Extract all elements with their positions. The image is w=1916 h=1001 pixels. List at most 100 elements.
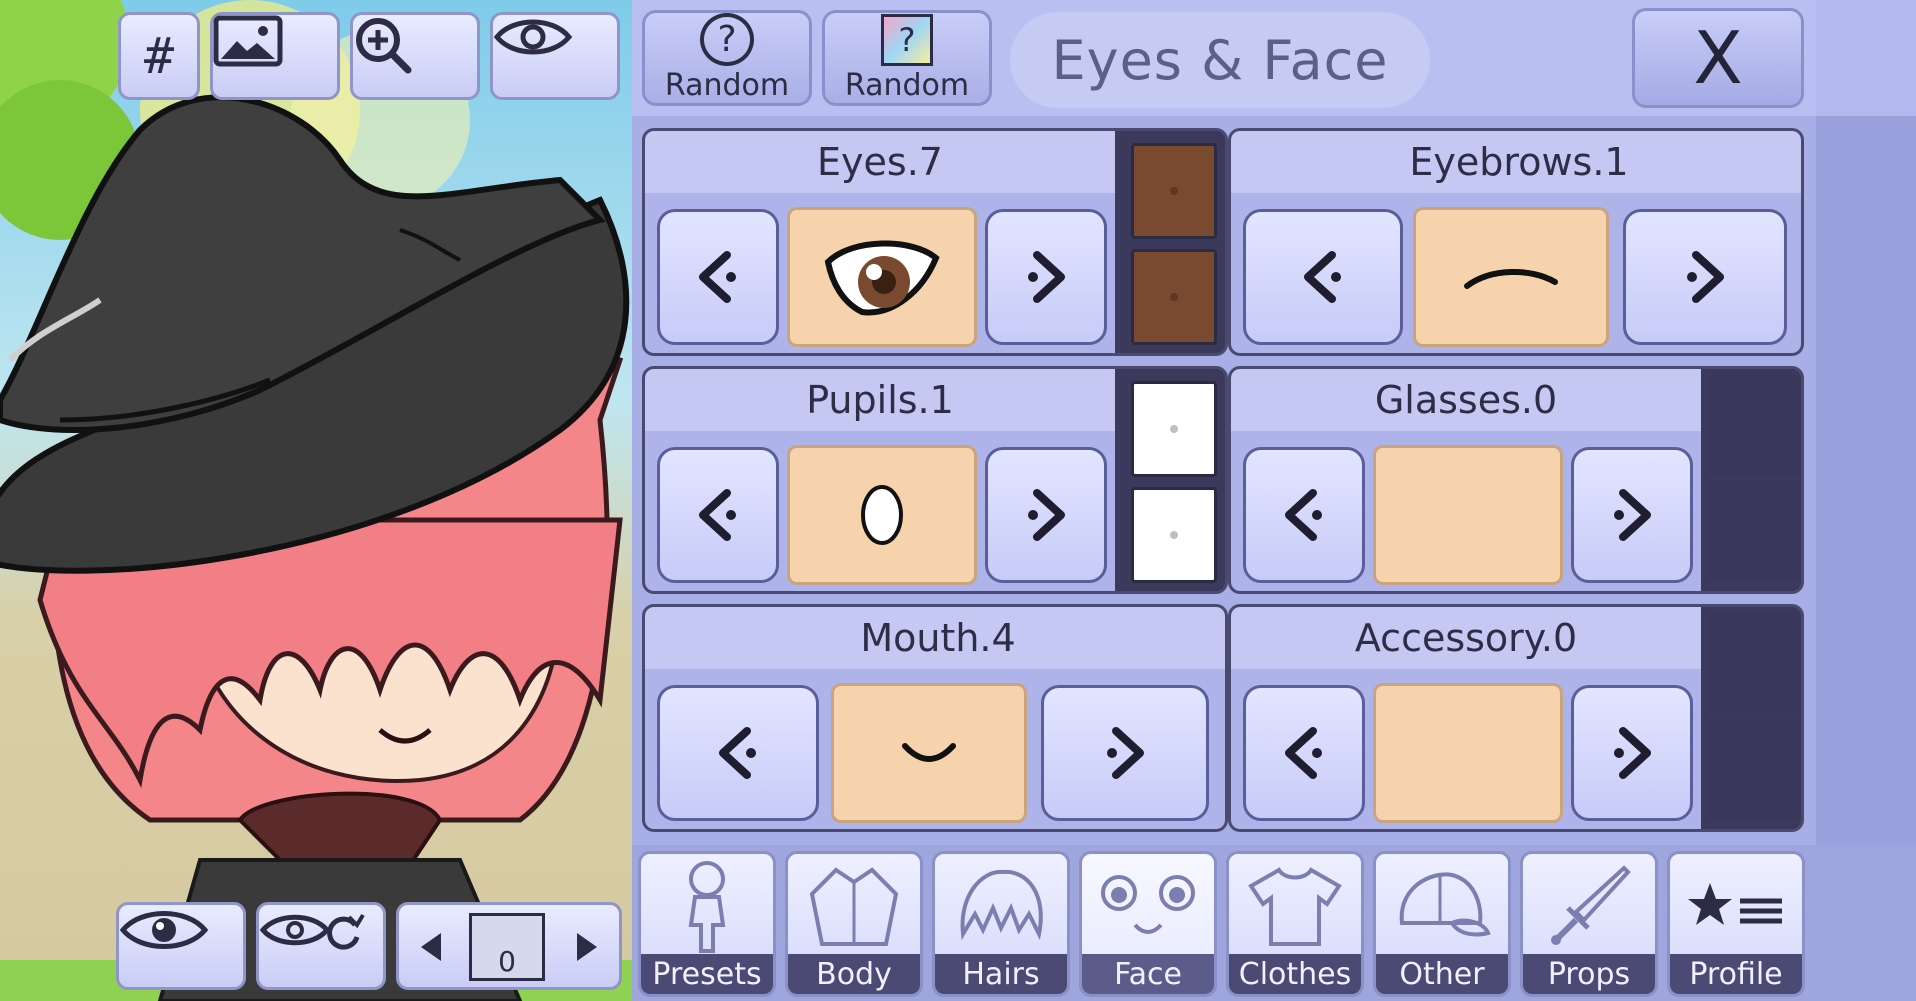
- grid-icon: #: [143, 27, 175, 85]
- cap-icon: [1399, 872, 1491, 937]
- customization-panel: ? Random ? Random Eyes & Face X Eyes.7 E…: [632, 0, 1816, 845]
- chevron-left-icon: [699, 489, 736, 541]
- layer-selector[interactable]: 0: [396, 902, 622, 990]
- pupils-next-button[interactable]: [985, 447, 1107, 583]
- eyes-preview: [787, 207, 977, 347]
- mouth-prev-button[interactable]: [657, 685, 819, 821]
- accessory-label: Accessory.0: [1231, 607, 1701, 669]
- tab-body-label: Body: [788, 954, 920, 994]
- mouth-label: Mouth.4: [645, 607, 1225, 669]
- pupils-card: Pupils.1: [642, 366, 1228, 594]
- tab-clothes-label: Clothes: [1229, 954, 1361, 994]
- tab-presets-label: Presets: [641, 954, 773, 994]
- glasses-prev-button[interactable]: [1243, 447, 1365, 583]
- hair-icon: [960, 869, 1043, 941]
- eyebrows-card: Eyebrows.1: [1228, 128, 1804, 356]
- accessory-preview: [1373, 683, 1563, 823]
- eyes-color-1[interactable]: [1131, 143, 1217, 239]
- doll-icon: [688, 861, 726, 953]
- face-icon: [1101, 875, 1195, 934]
- character-artwork: [0, 0, 632, 1001]
- eyes-card: Eyes.7: [642, 128, 1228, 356]
- eyes-next-button[interactable]: [985, 209, 1107, 345]
- image-icon: [213, 15, 283, 67]
- pupils-label: Pupils.1: [645, 369, 1115, 431]
- character-preview[interactable]: # 0: [0, 0, 632, 1001]
- visibility-button[interactable]: [490, 12, 620, 100]
- tab-profile[interactable]: Profile: [1667, 851, 1805, 997]
- chevron-left-icon: [1285, 727, 1322, 779]
- pupils-color-1[interactable]: [1131, 381, 1217, 477]
- pupils-color-2[interactable]: [1131, 487, 1217, 583]
- zoom-button[interactable]: [350, 12, 480, 100]
- eyebrow-shape-icon: [1464, 269, 1558, 289]
- accessory-next-button[interactable]: [1571, 685, 1693, 821]
- tab-props-label: Props: [1523, 954, 1655, 994]
- chevron-left-icon: [1304, 251, 1341, 303]
- tab-hairs[interactable]: Hairs: [932, 851, 1070, 997]
- tab-props[interactable]: Props: [1520, 851, 1658, 997]
- panel-header: ? Random ? Random Eyes & Face X: [632, 0, 1816, 116]
- random-color-label: Random: [844, 67, 970, 103]
- eyes-color-2[interactable]: [1131, 249, 1217, 345]
- eyebrows-preview: [1413, 207, 1609, 347]
- accessory-color-1[interactable]: [1709, 613, 1799, 713]
- tab-face-label: Face: [1082, 954, 1214, 994]
- layer-prev-icon[interactable]: [421, 933, 441, 961]
- mouth-next-button[interactable]: [1041, 685, 1209, 821]
- glasses-next-button[interactable]: [1571, 447, 1693, 583]
- tshirt-icon: [1248, 867, 1342, 946]
- tab-other-label: Other: [1376, 954, 1508, 994]
- pupils-preview: [787, 445, 977, 585]
- tab-presets[interactable]: Presets: [638, 851, 776, 997]
- accessory-prev-button[interactable]: [1243, 685, 1365, 821]
- chevron-right-icon: [1028, 489, 1065, 541]
- eye-reset-icon: [259, 913, 365, 950]
- jacket-icon: [809, 867, 899, 946]
- tab-profile-label: Profile: [1670, 954, 1802, 994]
- pupils-prev-button[interactable]: [657, 447, 779, 583]
- page-title: Eyes & Face: [1010, 12, 1430, 108]
- glasses-color-1[interactable]: [1709, 375, 1799, 475]
- toggle-eye-button[interactable]: [116, 902, 246, 990]
- glasses-preview: [1373, 445, 1563, 585]
- close-button[interactable]: X: [1632, 8, 1804, 108]
- chevron-right-icon: [1028, 251, 1065, 303]
- chevron-right-icon: [1687, 251, 1724, 303]
- tab-hairs-label: Hairs: [935, 954, 1067, 994]
- tab-face[interactable]: Face: [1079, 851, 1217, 997]
- tab-other[interactable]: Other: [1373, 851, 1511, 997]
- sword-icon: [1551, 865, 1631, 945]
- layer-value: 0: [498, 945, 516, 978]
- glasses-label: Glasses.0: [1231, 369, 1701, 431]
- reset-view-button[interactable]: [256, 902, 386, 990]
- pupil-shape-icon: [861, 485, 903, 545]
- category-tabs: Presets Body Hairs Face Clothes Other Pr…: [632, 845, 1916, 1001]
- random-color-button[interactable]: ? Random: [822, 10, 992, 106]
- chevron-left-icon: [1285, 489, 1322, 541]
- mouth-card: Mouth.4: [642, 604, 1228, 832]
- accessory-color-2[interactable]: [1709, 719, 1799, 819]
- grid-button[interactable]: #: [118, 12, 200, 100]
- eyes-label: Eyes.7: [645, 131, 1115, 193]
- eyebrows-label: Eyebrows.1: [1231, 131, 1801, 193]
- background-button[interactable]: [210, 12, 340, 100]
- zoom-in-icon: [356, 18, 412, 74]
- question-icon: ?: [700, 13, 754, 66]
- tab-clothes[interactable]: Clothes: [1226, 851, 1364, 997]
- layer-next-icon[interactable]: [577, 933, 597, 961]
- eyebrows-next-button[interactable]: [1623, 209, 1787, 345]
- mouth-preview: [831, 683, 1027, 823]
- tab-body[interactable]: Body: [785, 851, 923, 997]
- random-pose-button[interactable]: ? Random: [642, 10, 812, 106]
- eye-shape-icon: [824, 240, 940, 316]
- layer-thumbnail: 0: [469, 913, 545, 981]
- random-pose-label: Random: [664, 68, 790, 103]
- chevron-left-icon: [699, 251, 736, 303]
- color-random-icon: ?: [881, 13, 933, 66]
- glasses-color-2[interactable]: [1709, 481, 1799, 581]
- glasses-card: Glasses.0: [1228, 366, 1804, 594]
- eyebrows-prev-button[interactable]: [1243, 209, 1403, 345]
- eyes-prev-button[interactable]: [657, 209, 779, 345]
- close-icon: X: [1693, 16, 1743, 100]
